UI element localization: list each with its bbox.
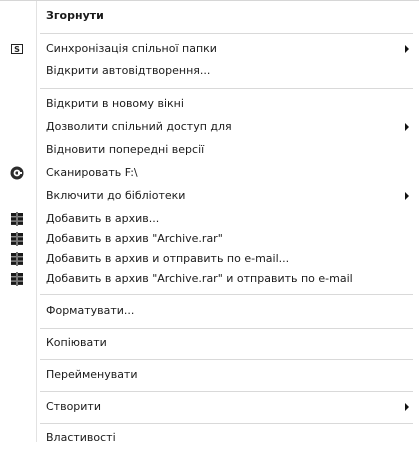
- menu-item-open-autoplay[interactable]: Відкрити автовідтворення...: [0, 60, 419, 82]
- menu-item-share-with[interactable]: Дозволити спільний доступ для: [0, 116, 419, 138]
- winrar-archive-icon: [9, 211, 25, 227]
- menu-item-label: Згорнути: [46, 9, 104, 22]
- menu-item-sync-folder[interactable]: S Синхронізація спільної папки: [0, 38, 419, 60]
- menu-item-format[interactable]: Форматувати...: [0, 300, 419, 322]
- menu-item-add-archive-rar[interactable]: Добавить в архив "Archive.rar": [0, 228, 419, 250]
- menu-item-scan[interactable]: Сканировать F:\: [0, 162, 419, 184]
- antivirus-scan-icon: [9, 165, 25, 181]
- menu-item-rename[interactable]: Перейменувати: [0, 364, 419, 386]
- menu-separator: [40, 294, 413, 295]
- menu-item-label: Добавить в архив...: [46, 212, 160, 225]
- menu-item-label: Властивості: [46, 431, 116, 444]
- svg-text:S: S: [14, 45, 20, 54]
- sync-folder-icon: S: [9, 41, 25, 57]
- menu-item-label: Синхронізація спільної папки: [46, 42, 217, 55]
- winrar-archive-icon: [9, 231, 25, 247]
- menu-item-label: Форматувати...: [46, 304, 135, 317]
- menu-item-label: Дозволити спільний доступ для: [46, 120, 232, 133]
- submenu-arrow-icon: [405, 403, 409, 411]
- menu-item-add-archive-rar-email[interactable]: Добавить в архив "Archive.rar" и отправи…: [0, 268, 419, 290]
- submenu-arrow-icon: [405, 123, 409, 131]
- menu-item-add-archive-email[interactable]: Добавить в архив и отправить по e-mail..…: [0, 248, 419, 270]
- winrar-archive-icon: [9, 251, 25, 267]
- menu-item-label: Відкрити автовідтворення...: [46, 64, 211, 77]
- menu-separator: [40, 33, 413, 34]
- menu-item-copy[interactable]: Копіювати: [0, 332, 419, 354]
- context-menu: Згорнути S Синхронізація спільної папки …: [0, 0, 419, 444]
- menu-item-create[interactable]: Створити: [0, 396, 419, 418]
- menu-item-label: Добавить в архив "Archive.rar" и отправи…: [46, 272, 353, 285]
- menu-item-include-library[interactable]: Включити до бібліотеки: [0, 185, 419, 207]
- menu-item-properties[interactable]: Властивості: [0, 427, 419, 449]
- menu-item-add-archive[interactable]: Добавить в архив...: [0, 208, 419, 230]
- menu-item-open-new-window[interactable]: Відкрити в новому вікні: [0, 93, 419, 115]
- menu-item-label: Відновити попередні версії: [46, 143, 205, 156]
- menu-item-collapse[interactable]: Згорнути: [0, 5, 419, 27]
- menu-separator: [40, 423, 413, 424]
- menu-separator: [40, 88, 413, 89]
- menu-item-label: Сканировать F:\: [46, 166, 138, 179]
- submenu-arrow-icon: [405, 45, 409, 53]
- menu-item-label: Перейменувати: [46, 368, 138, 381]
- menu-item-label: Відкрити в новому вікні: [46, 97, 184, 110]
- submenu-arrow-icon: [405, 192, 409, 200]
- menu-separator: [40, 328, 413, 329]
- menu-separator: [40, 359, 413, 360]
- menu-item-label: Добавить в архив и отправить по e-mail..…: [46, 252, 290, 265]
- menu-separator: [40, 391, 413, 392]
- menu-item-restore-previous[interactable]: Відновити попередні версії: [0, 139, 419, 161]
- menu-item-label: Включити до бібліотеки: [46, 189, 186, 202]
- menu-item-label: Добавить в архив "Archive.rar": [46, 232, 223, 245]
- menu-item-label: Створити: [46, 400, 101, 413]
- menu-item-label: Копіювати: [46, 336, 107, 349]
- winrar-archive-icon: [9, 271, 25, 287]
